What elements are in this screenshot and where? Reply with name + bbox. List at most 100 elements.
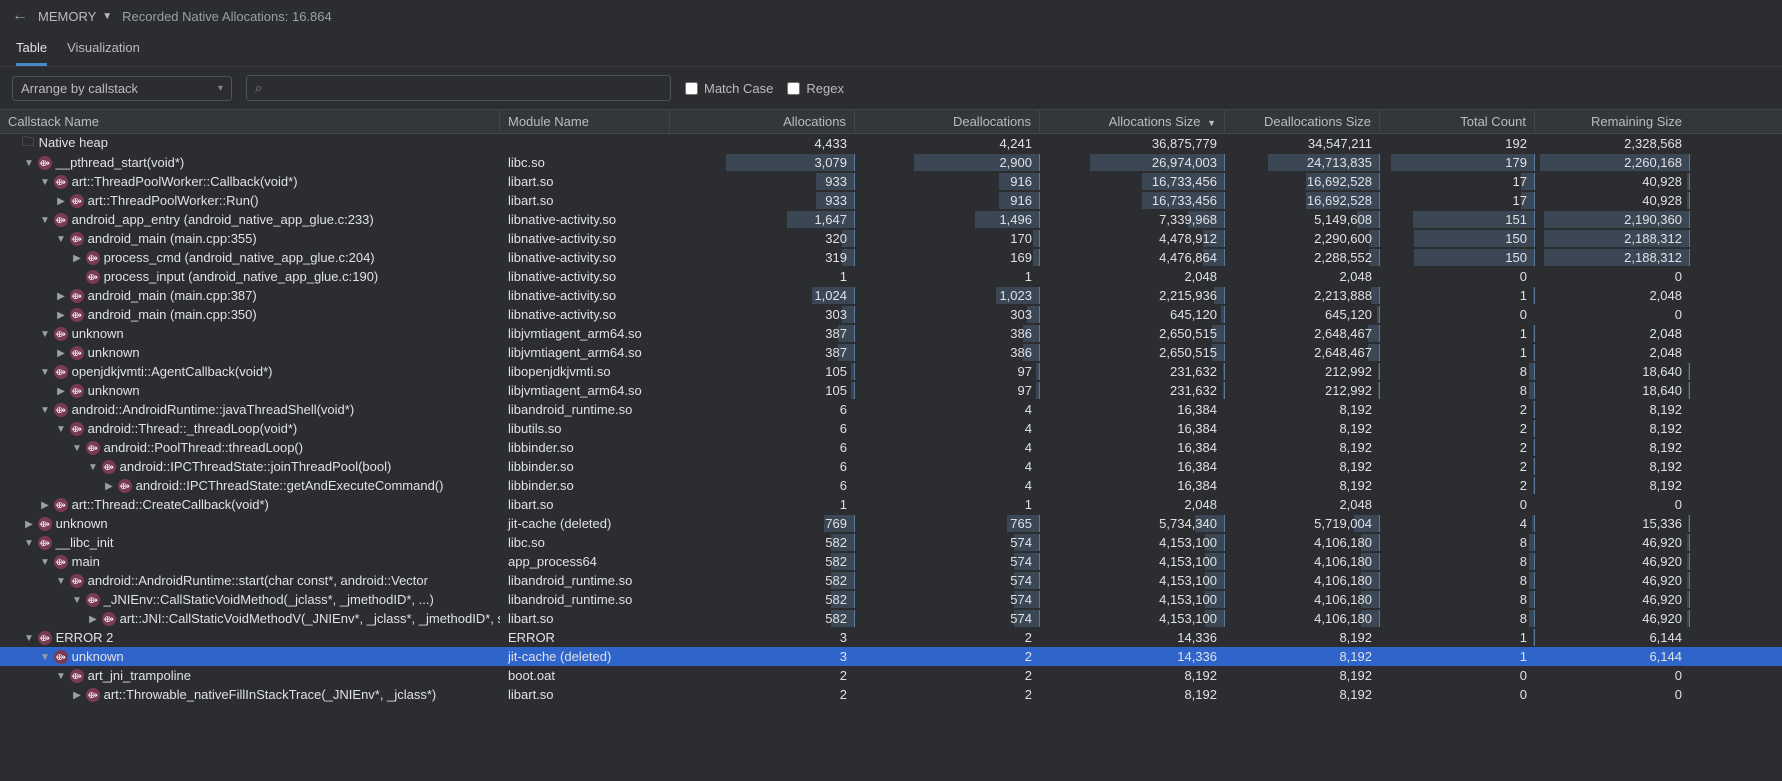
cell-alloc_size: 5,734,340 [1040, 515, 1225, 532]
cell-module: jit-cache (deleted) [500, 648, 670, 665]
col-total-count[interactable]: Total Count [1380, 110, 1535, 133]
tree-toggle[interactable]: ▼ [40, 215, 50, 226]
tree-toggle[interactable]: ▶ [104, 481, 114, 492]
cell-remaining: 6,144 [1535, 648, 1690, 665]
col-callstack-name[interactable]: Callstack Name [0, 110, 500, 133]
cell-value: 8,192 [1339, 440, 1372, 455]
col-dealloc-size[interactable]: Deallocations Size [1225, 110, 1380, 133]
cell-name: ▶ ⟴art::ThreadPoolWorker::Run() [0, 191, 500, 209]
tree-toggle[interactable]: ▼ [56, 424, 66, 435]
table-row[interactable]: ▼ ⟴android_main (main.cpp:355)libnative-… [0, 229, 1782, 248]
back-button[interactable]: ← [12, 7, 28, 25]
cell-total: 192 [1380, 135, 1535, 152]
table-row[interactable]: ▼ ⟴openjdkjvmti::AgentCallback(void*)lib… [0, 362, 1782, 381]
tree-toggle[interactable]: ▼ [40, 367, 50, 378]
cell-total: 1 [1380, 648, 1535, 665]
cell-value: 4 [1025, 440, 1032, 455]
table-row[interactable]: ▶ ⟴unknownjit-cache (deleted)7697655,734… [0, 514, 1782, 533]
tree-toggle[interactable]: ▼ [24, 633, 34, 644]
table-row[interactable]: ▶ ⟴unknownlibjvmtiagent_arm64.so3873862,… [0, 343, 1782, 362]
table-row[interactable]: ▼ ⟴art::ThreadPoolWorker::Callback(void*… [0, 172, 1782, 191]
tree-toggle[interactable]: ▼ [24, 538, 34, 549]
tree-toggle[interactable]: ▼ [72, 595, 82, 606]
tree-toggle[interactable]: ▶ [72, 253, 82, 264]
table-row[interactable]: ▶ ⟴art::Throwable_nativeFillInStackTrace… [0, 685, 1782, 704]
table-row[interactable]: ▼ ⟴android_app_entry (android_native_app… [0, 210, 1782, 229]
title-text: MEMORY [38, 9, 96, 24]
cell-value: 933 [825, 174, 847, 189]
row-name-text: unknown [56, 517, 108, 532]
cell-value: 8,192 [1339, 478, 1372, 493]
table-row[interactable]: ▶ ⟴android::IPCThreadState::getAndExecut… [0, 476, 1782, 495]
cell-value: 4,433 [814, 136, 847, 151]
table-row[interactable]: ▼ ⟴android::Thread::_threadLoop(void*)li… [0, 419, 1782, 438]
cell-dealloc: 2 [855, 667, 1040, 684]
tree-toggle[interactable]: ▼ [40, 177, 50, 188]
tab-visualization[interactable]: Visualization [67, 32, 140, 66]
table-row[interactable]: ▼ ⟴__libc_initlibc.so5825744,153,1004,10… [0, 533, 1782, 552]
table-row[interactable]: ▶ ⟴art::Thread::CreateCallback(void*)lib… [0, 495, 1782, 514]
cell-value: 574 [1010, 611, 1032, 626]
col-remaining-size[interactable]: Remaining Size [1535, 110, 1690, 133]
table-row[interactable]: ▼ ⟴__pthread_start(void*)libc.so3,0792,9… [0, 153, 1782, 172]
table-row[interactable]: ▼ ⟴android::AndroidRuntime::javaThreadSh… [0, 400, 1782, 419]
regex-checkbox[interactable] [787, 82, 800, 95]
stack-icon: ⟴ [54, 650, 68, 664]
table-row[interactable]: ▼ ⟴android::AndroidRuntime::start(char c… [0, 571, 1782, 590]
table-row[interactable]: 🗀Native heap4,4334,24136,875,77934,547,2… [0, 134, 1782, 153]
cell-value: 1,647 [814, 212, 847, 227]
tree-toggle[interactable]: ▶ [72, 690, 82, 701]
search-box[interactable]: ⌕ [246, 75, 671, 101]
table-row[interactable]: ▶ ⟴unknownlibjvmtiagent_arm64.so10597231… [0, 381, 1782, 400]
tree-toggle[interactable]: ▼ [88, 462, 98, 473]
arrange-dropdown[interactable]: Arrange by callstack ▾ [12, 76, 232, 101]
table-row[interactable]: ▶ ⟴android_main (main.cpp:387)libnative-… [0, 286, 1782, 305]
tree-toggle[interactable]: ▼ [72, 443, 82, 454]
tree-toggle[interactable]: ▼ [40, 405, 50, 416]
table-row[interactable]: ▼ ⟴unknownjit-cache (deleted)3214,3368,1… [0, 647, 1782, 666]
table-row[interactable]: ▼ ⟴mainapp_process645825744,153,1004,106… [0, 552, 1782, 571]
tree-toggle[interactable]: ▶ [56, 291, 66, 302]
col-allocations[interactable]: Allocations [670, 110, 855, 133]
tree-toggle[interactable]: ▼ [56, 671, 66, 682]
histogram-bar [1687, 534, 1690, 551]
table-row[interactable]: ▶ ⟴android_main (main.cpp:350)libnative-… [0, 305, 1782, 324]
table-row[interactable]: ▶ ⟴art::ThreadPoolWorker::Run()libart.so… [0, 191, 1782, 210]
table-row[interactable]: ⟴process_input (android_native_app_glue.… [0, 267, 1782, 286]
tree-toggle[interactable]: ▶ [24, 519, 34, 530]
section-title[interactable]: MEMORY ▼ [38, 9, 112, 24]
regex-option[interactable]: Regex [787, 81, 844, 96]
tree-toggle[interactable]: ▶ [56, 386, 66, 397]
tree-toggle[interactable]: ▼ [24, 158, 34, 169]
tree-toggle[interactable]: ▼ [40, 557, 50, 568]
table-row[interactable]: ▶ ⟴art::JNI::CallStaticVoidMethodV(_JNIE… [0, 609, 1782, 628]
search-input[interactable] [268, 81, 662, 96]
cell-value: 8,192 [1649, 459, 1682, 474]
cell-value: 2 [840, 668, 847, 683]
table-row[interactable]: ▼ ⟴_JNIEnv::CallStaticVoidMethod(_jclass… [0, 590, 1782, 609]
tree-toggle[interactable]: ▼ [40, 652, 50, 663]
tree-toggle[interactable]: ▼ [40, 329, 50, 340]
tree-toggle[interactable]: ▶ [56, 196, 66, 207]
table-row[interactable]: ▶ ⟴process_cmd (android_native_app_glue.… [0, 248, 1782, 267]
tree-toggle[interactable]: ▶ [56, 310, 66, 321]
tree-toggle[interactable]: ▼ [56, 576, 66, 587]
table-row[interactable]: ▼ ⟴unknownlibjvmtiagent_arm64.so3873862,… [0, 324, 1782, 343]
tree-toggle[interactable]: ▼ [56, 234, 66, 245]
row-name-text: art::Thread::CreateCallback(void*) [72, 498, 269, 513]
match-case-option[interactable]: Match Case [685, 81, 773, 96]
cell-value: 14,336 [1177, 649, 1217, 664]
tree-toggle[interactable]: ▶ [56, 348, 66, 359]
tree-toggle[interactable]: ▶ [40, 500, 50, 511]
table-row[interactable]: ▼ ⟴android::PoolThread::threadLoop()libb… [0, 438, 1782, 457]
col-alloc-size[interactable]: Allocations Size ▼ [1040, 110, 1225, 133]
table-row[interactable]: ▼ ⟴art_jni_trampolineboot.oat228,1928,19… [0, 666, 1782, 685]
tab-table[interactable]: Table [16, 32, 47, 66]
col-deallocations[interactable]: Deallocations [855, 110, 1040, 133]
tree-toggle[interactable]: ▶ [88, 614, 98, 625]
table-row[interactable]: ▼ ⟴ERROR 2ERROR3214,3368,19216,144 [0, 628, 1782, 647]
table-row[interactable]: ▼ ⟴android::IPCThreadState::joinThreadPo… [0, 457, 1782, 476]
col-module-name[interactable]: Module Name [500, 110, 670, 133]
match-case-checkbox[interactable] [685, 82, 698, 95]
stack-icon: ⟴ [38, 536, 52, 550]
